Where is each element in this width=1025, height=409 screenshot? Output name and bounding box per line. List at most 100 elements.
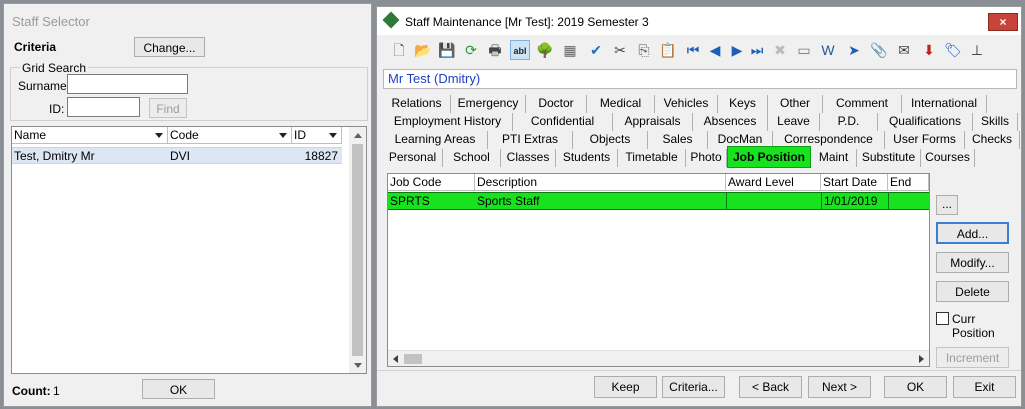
tab-learning-areas[interactable]: Learning Areas (383, 131, 488, 149)
spellcheck-icon[interactable]: ✔ (586, 40, 606, 60)
column-header-award-level[interactable]: Award Level (726, 174, 821, 191)
surname-input[interactable] (67, 74, 188, 94)
column-header-start-date[interactable]: Start Date (821, 174, 888, 191)
ok-button[interactable]: OK (884, 376, 947, 398)
stamp-icon[interactable]: ✉ (894, 40, 914, 60)
tab-doctor[interactable]: Doctor (526, 95, 587, 113)
tag-icon[interactable]: 🏷 (943, 40, 963, 60)
tab-absences[interactable]: Absences (693, 113, 768, 131)
tab-skills[interactable]: Skills (973, 113, 1018, 131)
last-record-icon[interactable]: ⏭ (747, 40, 767, 60)
tab-substitute[interactable]: Substitute (857, 149, 921, 167)
tree-icon[interactable]: 🌳 (535, 40, 555, 60)
hierarchy-icon[interactable]: ⊥ (967, 40, 987, 60)
tab-leave[interactable]: Leave (768, 113, 820, 131)
vertical-scrollbar[interactable] (349, 127, 366, 373)
tab-photo[interactable]: Photo (686, 149, 727, 167)
table-row[interactable]: Test, Dmitry Mr DVI 18827 (12, 147, 342, 164)
id-card-icon[interactable]: ▭ (794, 40, 814, 60)
tab-vehicles[interactable]: Vehicles (655, 95, 718, 113)
column-header-code[interactable]: Code (168, 127, 292, 144)
delete-icon[interactable]: ✖ (770, 40, 790, 60)
first-record-icon[interactable]: ⏮ (683, 40, 703, 60)
column-header-description[interactable]: Description (475, 174, 726, 191)
tab-classes[interactable]: Classes (501, 149, 556, 167)
tab-row-3: Learning Areas PTI Extras Objects Sales DocM… (383, 131, 1020, 150)
job-description-cell: Sports Staff (477, 194, 540, 208)
paste-icon[interactable]: 📋 (658, 40, 678, 60)
tab-user-forms[interactable]: User Forms (885, 131, 965, 149)
column-header-name[interactable]: Name (12, 127, 168, 144)
pin-icon[interactable]: ➤ (844, 40, 864, 60)
scroll-up-icon[interactable] (353, 133, 362, 138)
previous-record-icon[interactable]: ◀ (705, 40, 725, 60)
criteria-button[interactable]: Criteria... (662, 376, 725, 398)
tab-sales[interactable]: Sales (648, 131, 708, 149)
new-doc-icon[interactable]: 🗋 (389, 40, 409, 60)
tab-pti-extras[interactable]: PTI Extras (488, 131, 573, 149)
tab-row-1: Relations Emergency Doctor Medical Vehicles K… (383, 95, 1019, 114)
tab-confidential[interactable]: Confidential (513, 113, 613, 131)
id-input[interactable] (67, 97, 140, 117)
next-button[interactable]: Next > (808, 376, 871, 398)
tab-checks[interactable]: Checks (965, 131, 1020, 149)
curr-position-checkbox[interactable] (936, 312, 949, 325)
horizontal-scrollbar[interactable] (388, 350, 929, 366)
tab-personal[interactable]: Personal (383, 149, 443, 167)
modify-button[interactable]: Modify... (936, 252, 1009, 273)
exit-button[interactable]: Exit (953, 376, 1016, 398)
tab-job-position[interactable]: Job Position (727, 146, 811, 168)
scroll-right-icon[interactable] (919, 354, 924, 363)
copy-icon[interactable]: ⎘ (634, 40, 654, 60)
tab-other[interactable]: Other (768, 95, 823, 113)
tab-qualifications[interactable]: Qualifications (878, 113, 973, 131)
save-icon[interactable]: 💾 (437, 40, 457, 60)
selector-ok-button[interactable]: OK (142, 379, 215, 399)
ellipsis-button[interactable]: ... (936, 195, 958, 215)
scrollbar-thumb[interactable] (404, 354, 422, 364)
word-export-icon[interactable]: W (818, 40, 838, 60)
tab-maint[interactable]: Maint (811, 149, 857, 167)
scroll-left-icon[interactable] (393, 354, 398, 363)
print-icon[interactable]: 🖶 (485, 40, 505, 60)
tab-appraisals[interactable]: Appraisals (613, 113, 693, 131)
column-header-job-code[interactable]: Job Code (388, 174, 475, 191)
delete-button[interactable]: Delete (936, 281, 1009, 302)
close-button[interactable]: × (988, 13, 1018, 31)
tab-p-d[interactable]: P.D. (820, 113, 878, 131)
increment-button[interactable]: Increment (936, 347, 1009, 368)
tab-courses[interactable]: Courses (921, 149, 975, 167)
tab-students[interactable]: Students (556, 149, 618, 167)
change-button[interactable]: Change... (134, 37, 205, 57)
next-record-icon[interactable]: ▶ (727, 40, 747, 60)
download-icon[interactable]: ⬇ (919, 40, 939, 60)
tab-timetable[interactable]: Timetable (618, 149, 686, 167)
open-folder-icon[interactable]: 📂 (413, 40, 433, 60)
criteria-label: Criteria (14, 40, 57, 54)
tab-school[interactable]: School (443, 149, 501, 167)
app-icon (382, 11, 400, 29)
tab-employment-history[interactable]: Employment History (383, 113, 513, 131)
scroll-down-icon[interactable] (353, 363, 362, 368)
table-row[interactable]: SPRTS Sports Staff 1/01/2019 (388, 192, 929, 210)
column-header-end-date[interactable]: End Dat (888, 174, 929, 191)
add-button[interactable]: Add... (936, 222, 1009, 244)
refresh-icon[interactable]: ⟳ (461, 40, 481, 60)
job-start-cell: 1/01/2019 (821, 193, 888, 209)
tab-keys[interactable]: Keys (718, 95, 768, 113)
tab-comment[interactable]: Comment (823, 95, 902, 113)
text-field-icon[interactable]: abl (510, 40, 530, 60)
tab-emergency[interactable]: Emergency (451, 95, 526, 113)
clipboard-icon[interactable]: 📎 (869, 40, 889, 60)
back-button[interactable]: < Back (739, 376, 802, 398)
find-button[interactable]: Find (149, 98, 187, 118)
scrollbar-thumb[interactable] (352, 144, 363, 356)
cut-icon[interactable]: ✂ (610, 40, 630, 60)
tab-objects[interactable]: Objects (573, 131, 648, 149)
tab-medical[interactable]: Medical (587, 95, 655, 113)
column-header-id[interactable]: ID (292, 127, 342, 144)
tab-relations[interactable]: Relations (383, 95, 451, 113)
calculator-icon[interactable]: ▦ (560, 40, 580, 60)
tab-international[interactable]: International (902, 95, 987, 113)
keep-button[interactable]: Keep (594, 376, 657, 398)
